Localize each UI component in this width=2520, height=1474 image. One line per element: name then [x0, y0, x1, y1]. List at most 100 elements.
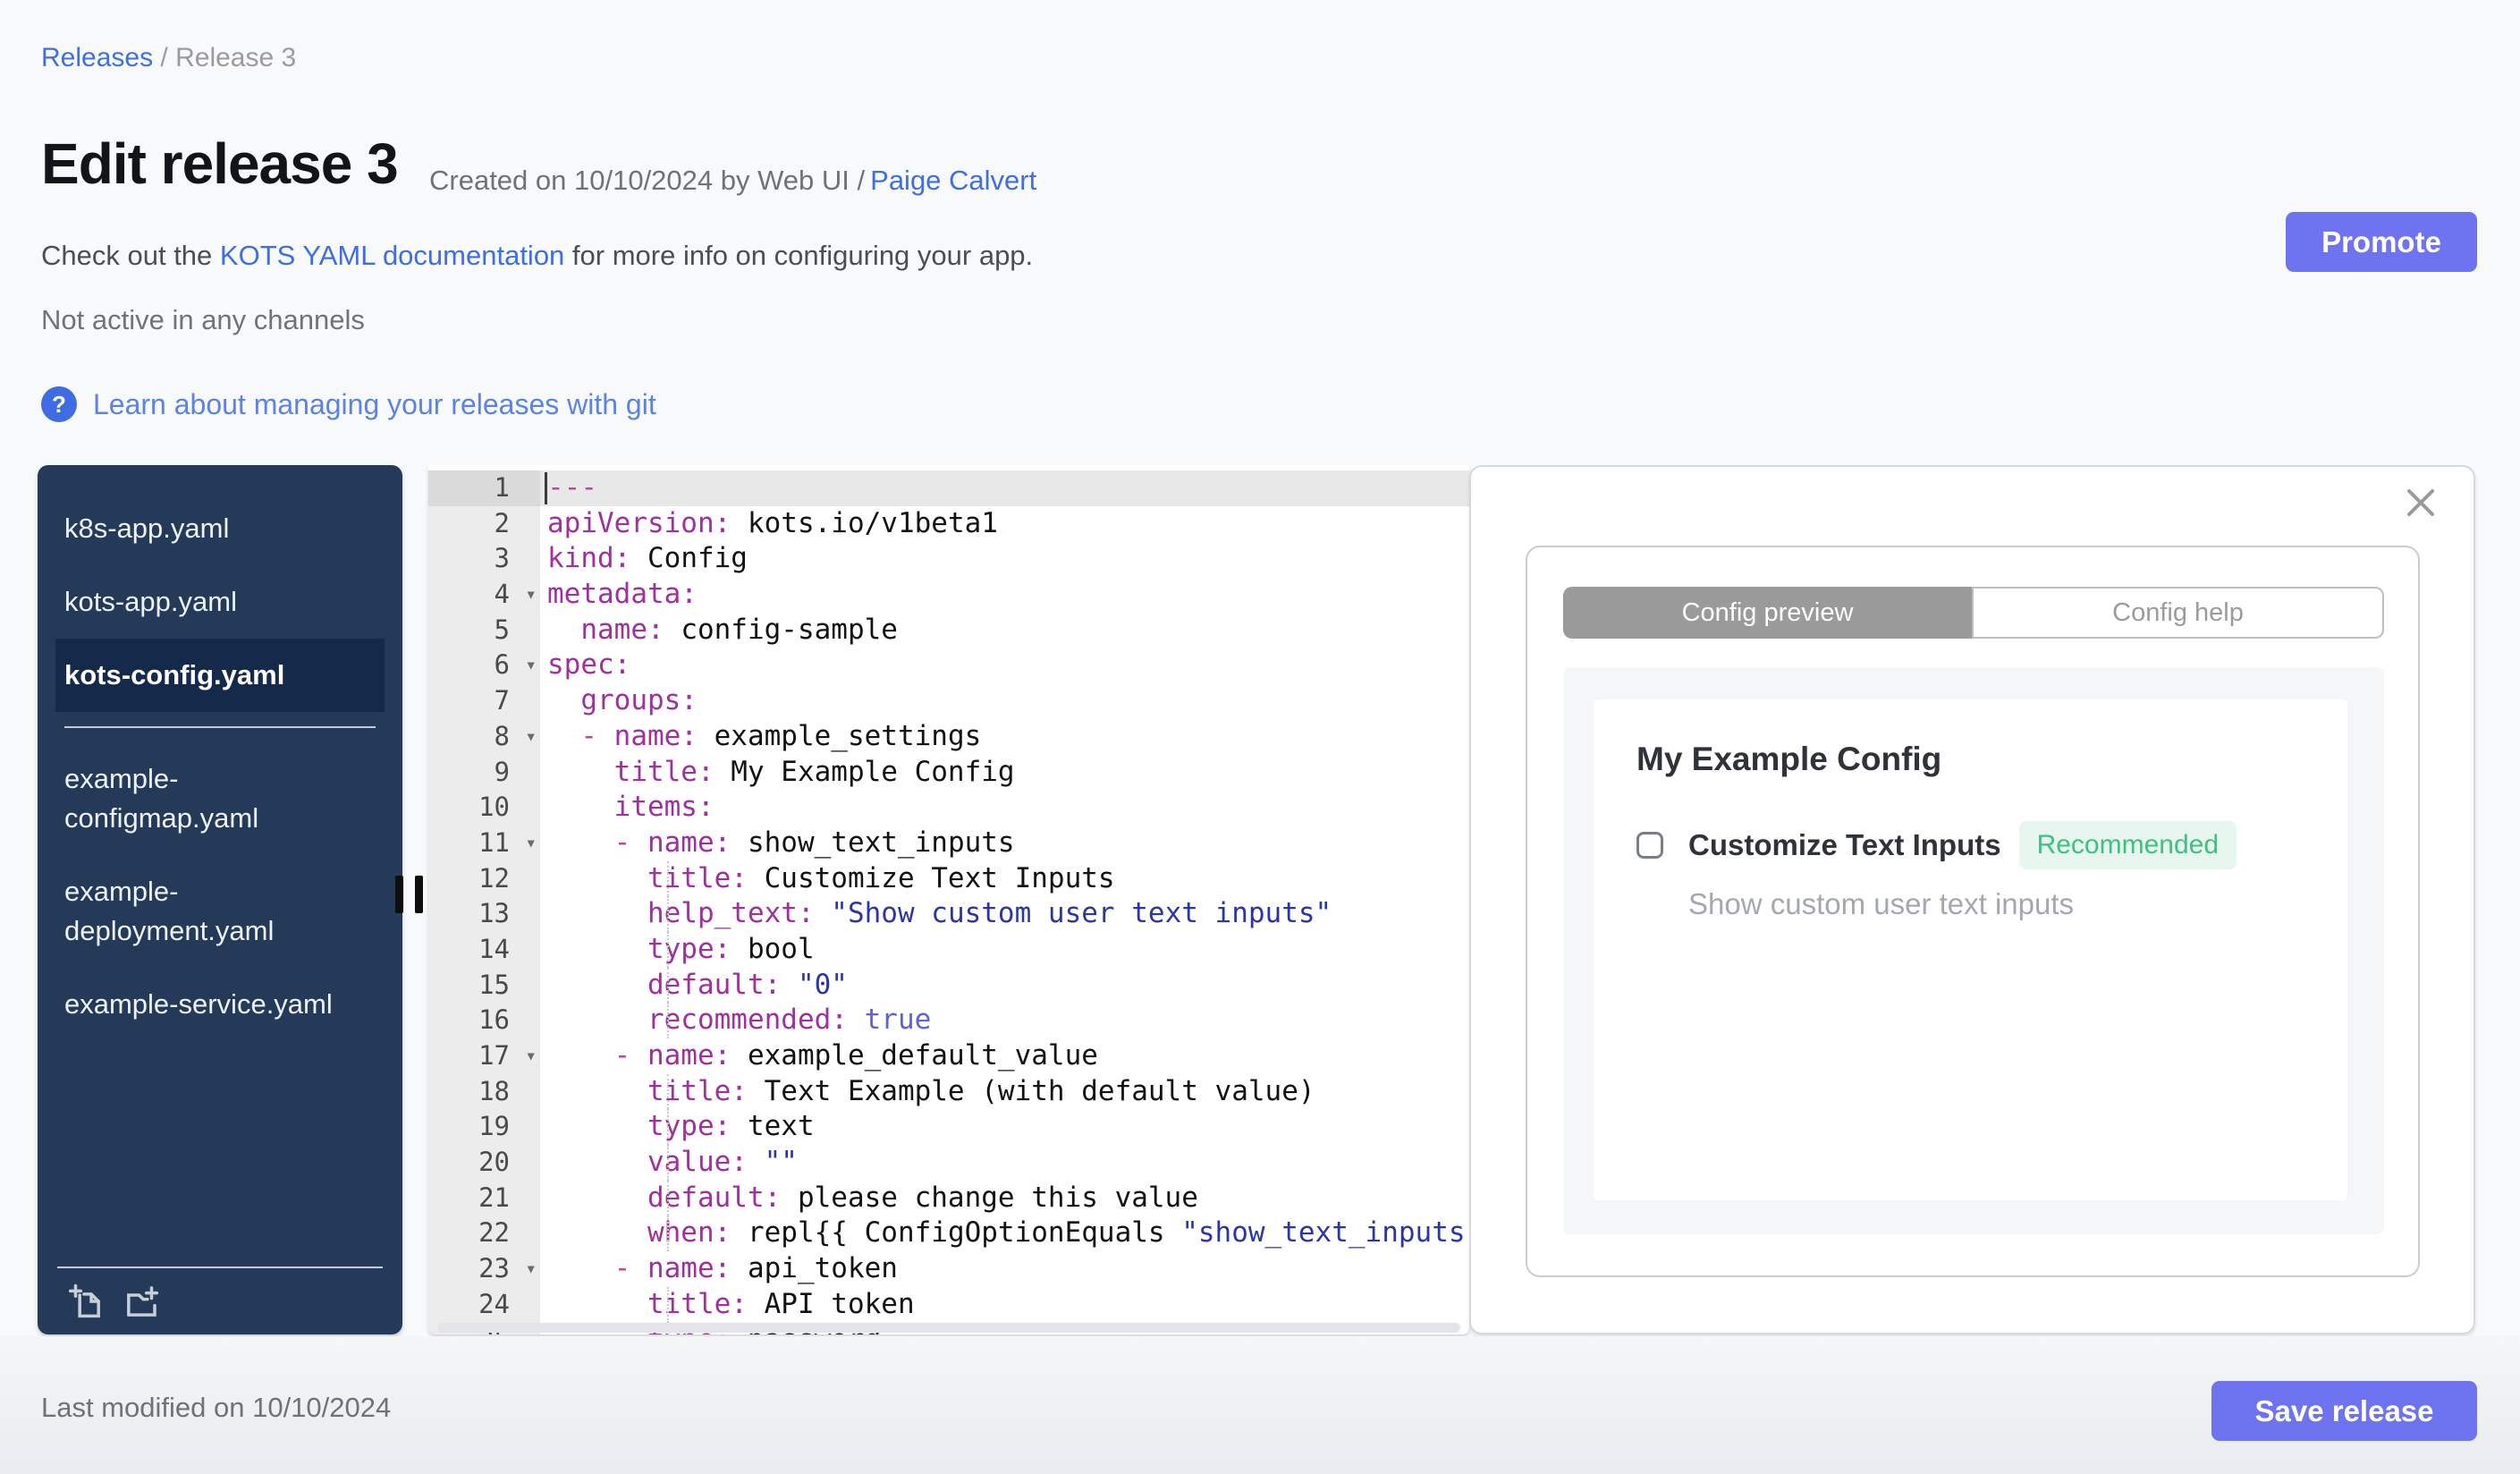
code-text: - name: example_default_value	[613, 1039, 1098, 1072]
config-item-row: Customize Text Inputs Recommended	[1636, 821, 2304, 869]
code-line-17[interactable]: 17 ▾ - name: example_default_value	[428, 1038, 1469, 1074]
line-number: 14	[428, 931, 540, 968]
created-text: Created on 10/10/2024 by Web UI /	[429, 165, 866, 196]
question-mark-icon: ?	[41, 386, 77, 422]
code-line-10[interactable]: 10 items:	[428, 790, 1469, 826]
code-text: title: Text Example (with default value)	[540, 1073, 1469, 1110]
code-line-18[interactable]: 18 title: Text Example (with default val…	[428, 1073, 1469, 1110]
yaml-editor[interactable]: 1 --- 2 apiVersion: kots.io/v1beta1 3 kind: C…	[428, 465, 1469, 1334]
config-item-help-text: Show custom user text inputs	[1688, 887, 2075, 920]
file-list: k8s-app.yaml kots-app.yaml kots-config.yam…	[38, 465, 402, 1041]
code-line-5[interactable]: 5 name: config-sample	[428, 612, 1469, 648]
sidebar-actions	[57, 1266, 383, 1320]
line-number: 23 ▾	[428, 1251, 540, 1287]
docs-line: Check out the KOTS YAML documentation fo…	[41, 240, 1033, 272]
fold-toggle-icon[interactable]: ▾	[525, 719, 537, 755]
breadcrumb-current: Release 3	[175, 43, 297, 72]
save-release-button[interactable]: Save release	[2211, 1381, 2477, 1441]
file-item-label: example-configmap.yaml	[64, 763, 259, 834]
new-file-icon[interactable]	[66, 1283, 104, 1320]
docs-prefix: Check out the	[41, 240, 220, 271]
line-number: 6 ▾	[428, 648, 540, 684]
last-modified-text: Last modified on 10/10/2024	[41, 1392, 392, 1423]
file-item-kots-app-yaml[interactable]: kots-app.yaml	[55, 565, 385, 639]
code-text: title: API token	[540, 1286, 1469, 1323]
code-line-16[interactable]: 16 recommended: true	[428, 1003, 1469, 1038]
channel-status: Not active in any channels	[41, 304, 365, 335]
code-line-6[interactable]: 6 ▾ spec:	[428, 648, 1469, 684]
new-folder-icon[interactable]	[123, 1283, 161, 1320]
fold-toggle-icon[interactable]: ▾	[525, 1038, 537, 1074]
code-line-7[interactable]: 7 groups:	[428, 683, 1469, 719]
indent-guide	[667, 860, 669, 897]
code-line-22[interactable]: 22 when: repl{{ ConfigOptionEquals "show…	[428, 1216, 1469, 1252]
code-line-8[interactable]: 8 ▾ - name: example_settings	[428, 718, 1469, 755]
fold-toggle-icon[interactable]: ▾	[525, 1251, 537, 1287]
fold-toggle-icon[interactable]: ▾	[525, 826, 537, 861]
code-line-12[interactable]: 12 title: Customize Text Inputs	[428, 860, 1469, 897]
code-line-11[interactable]: 11 ▾ - name: show_text_inputs	[428, 825, 1469, 861]
code-text: ---	[540, 470, 1469, 506]
code-text: when: repl{{ ConfigOptionEquals "show_te…	[540, 1216, 1469, 1252]
editor-horizontal-scrollbar[interactable]	[437, 1323, 1460, 1333]
indent-guide	[667, 1003, 669, 1038]
indent-guide	[667, 1216, 669, 1252]
code-text: name: config-sample	[580, 613, 898, 646]
file-item-example-service-yaml[interactable]: example-service.yaml	[55, 968, 385, 1041]
file-item-label: example-deployment.yaml	[64, 876, 275, 947]
code-line-15[interactable]: 15 default: "0"	[428, 967, 1469, 1004]
tab-config-help[interactable]: Config help	[1972, 587, 2384, 639]
file-item-k8s-app-yaml[interactable]: k8s-app.yaml	[55, 492, 385, 565]
indent-guide	[667, 1145, 669, 1181]
line-number: 24	[428, 1286, 540, 1323]
code-line-21[interactable]: 21 default: please change this value	[428, 1180, 1469, 1216]
code-line-14[interactable]: 14 type: bool	[428, 931, 1469, 968]
file-item-example-configmap-yaml[interactable]: example-configmap.yaml	[55, 742, 385, 855]
line-number: 7	[428, 683, 540, 719]
breadcrumb-separator: /	[153, 43, 176, 72]
code-line-24[interactable]: 24 title: API token	[428, 1286, 1469, 1323]
git-releases-link[interactable]: Learn about managing your releases with …	[93, 388, 656, 421]
config-item-title: Customize Text Inputs	[1688, 828, 2001, 861]
code-text: title: My Example Config	[613, 755, 1015, 788]
file-sidebar: k8s-app.yaml kots-app.yaml kots-config.yam…	[38, 465, 402, 1334]
sidebar-actions-divider	[57, 1266, 383, 1268]
kots-yaml-docs-link[interactable]: KOTS YAML documentation	[220, 240, 564, 271]
code-line-23[interactable]: 23 ▾ - name: api_token	[428, 1251, 1469, 1287]
file-item-label: example-service.yaml	[64, 988, 333, 1021]
sidebar-resize-handle[interactable]	[395, 876, 423, 913]
tab-config-preview[interactable]: Config preview	[1563, 587, 1972, 639]
breadcrumb-releases-link[interactable]: Releases	[41, 43, 153, 72]
close-icon[interactable]	[2404, 487, 2438, 521]
code-line-13[interactable]: 13 help_text: "Show custom user text inp…	[428, 896, 1469, 932]
code-line-19[interactable]: 19 type: text	[428, 1109, 1469, 1146]
git-help-row: ? Learn about managing your releases wit…	[41, 386, 656, 422]
recommended-badge: Recommended	[2018, 821, 2237, 869]
line-number: 21	[428, 1180, 540, 1216]
code-text: apiVersion: kots.io/v1beta1	[547, 506, 998, 539]
code-line-2[interactable]: 2 apiVersion: kots.io/v1beta1	[428, 505, 1469, 542]
fold-toggle-icon[interactable]: ▾	[525, 577, 537, 613]
page-title: Edit release 3	[41, 131, 399, 196]
code-line-3[interactable]: 3 kind: Config	[428, 541, 1469, 578]
code-text: - name: show_text_inputs	[613, 826, 1015, 859]
file-item-example-deployment-yaml[interactable]: example-deployment.yaml	[55, 855, 385, 968]
file-item-kots-config-yaml[interactable]: kots-config.yaml	[55, 639, 385, 713]
code-text: items:	[613, 791, 715, 824]
customize-text-inputs-checkbox[interactable]	[1636, 832, 1663, 859]
fold-toggle-icon[interactable]: ▾	[525, 648, 537, 683]
code-line-20[interactable]: 20 value: ""	[428, 1145, 1469, 1181]
code-text: type: text	[540, 1109, 1469, 1146]
promote-button[interactable]: Promote	[2286, 212, 2477, 272]
line-number: 19	[428, 1109, 540, 1146]
line-number: 16	[428, 1003, 540, 1038]
breadcrumb: Releases / Release 3	[41, 43, 296, 73]
created-author-link[interactable]: Paige Calvert	[870, 165, 1036, 196]
line-number: 22	[428, 1216, 540, 1252]
code-line-1[interactable]: 1 ---	[428, 470, 1469, 506]
preview-tab-group: Config preview Config help	[1563, 587, 2384, 639]
code-line-9[interactable]: 9 title: My Example Config	[428, 754, 1469, 791]
code-line-4[interactable]: 4 ▾ metadata:	[428, 577, 1469, 613]
indent-guide	[667, 967, 669, 1004]
code-text: recommended: true	[540, 1003, 1469, 1038]
